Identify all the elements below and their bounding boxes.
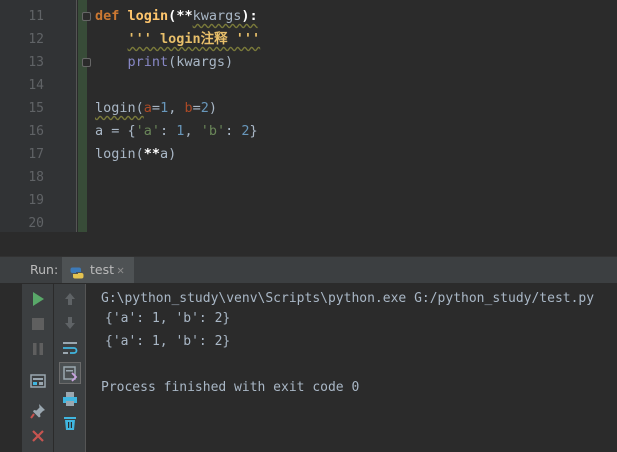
gutter-separator	[76, 0, 77, 232]
keyword-arg: a	[143, 100, 152, 116]
run-icon[interactable]	[29, 290, 47, 308]
code-line: def login(**kwargs):	[95, 5, 258, 28]
pause-icon[interactable]	[29, 340, 47, 358]
call: login(	[95, 100, 144, 116]
console-output-line: {'a': 1, 'b': 2}	[105, 311, 231, 326]
operator: **	[143, 146, 161, 162]
colon: :	[225, 123, 242, 139]
brace: }	[249, 123, 258, 139]
line-number: 14	[28, 78, 44, 93]
code-editor[interactable]: 11 12 13 14 15 16 17 18 19 20 def login(…	[0, 0, 617, 232]
docstring: ''' login注释 '''	[127, 31, 261, 47]
operator: =	[192, 100, 201, 116]
parameter: kwargs	[192, 8, 242, 24]
vcs-change-marker[interactable]	[78, 0, 87, 232]
run-tool-window-header: Run: test ✕	[0, 256, 617, 283]
line-number: 19	[28, 193, 44, 208]
line-number: 18	[28, 170, 44, 185]
code-line: login(a=1, b=2)	[95, 97, 217, 120]
run-label: Run:	[30, 262, 59, 277]
line-number: 13	[28, 55, 44, 70]
up-arrow-icon[interactable]	[61, 290, 79, 308]
stop-icon[interactable]	[29, 315, 47, 333]
line-number: 17	[28, 147, 44, 162]
run-toolbar-primary	[22, 284, 53, 452]
layout-icon[interactable]	[29, 372, 47, 390]
line-number: 16	[28, 124, 44, 139]
call-args: (kwargs)	[168, 54, 234, 70]
operator: =	[151, 100, 161, 116]
line-number-gutter: 11 12 13 14 15 16 17 18 19 20	[0, 0, 76, 232]
run-toolbar-secondary	[54, 284, 86, 452]
number: 2	[200, 100, 209, 116]
pin-icon[interactable]	[29, 402, 47, 420]
code-line: login(**a)	[95, 143, 176, 166]
fold-end-icon[interactable]	[82, 58, 91, 67]
line-number: 20	[28, 216, 44, 231]
down-arrow-icon[interactable]	[61, 314, 79, 332]
comma: ,	[168, 100, 185, 116]
colon: :	[160, 123, 177, 139]
console-exit-message: Process finished with exit code 0	[101, 380, 360, 395]
line-number: 12	[28, 32, 44, 47]
code-line: ''' login注释 '''	[95, 28, 261, 51]
close-tab-icon[interactable]: ✕	[117, 257, 124, 283]
code-line: print(kwargs)	[95, 51, 234, 74]
line-number: 15	[28, 101, 44, 116]
close-icon[interactable]	[29, 427, 47, 445]
paren: )	[208, 100, 218, 116]
string: 'a'	[135, 123, 161, 139]
trash-icon[interactable]	[61, 414, 79, 432]
keyword-def: def	[95, 8, 120, 24]
python-icon	[70, 264, 84, 279]
assignment: a = {	[95, 123, 136, 139]
operator: **	[176, 8, 193, 24]
call-args: a)	[160, 146, 177, 162]
run-tab-test[interactable]: test ✕	[62, 257, 134, 283]
call: login(	[95, 146, 144, 162]
soft-wrap-icon[interactable]	[61, 339, 79, 357]
function-name: login	[127, 8, 169, 24]
paren: ):	[241, 8, 258, 24]
console-command-line: G:\python_study\venv\Scripts\python.exe …	[101, 291, 595, 306]
run-tab-label: test	[90, 262, 115, 277]
fold-start-icon[interactable]	[82, 12, 91, 21]
builtin-print: print	[127, 54, 169, 70]
console-output-line: {'a': 1, 'b': 2}	[105, 334, 231, 349]
console-output[interactable]: G:\python_study\venv\Scripts\python.exe …	[87, 284, 617, 452]
print-icon[interactable]	[61, 390, 79, 408]
number: 2	[241, 123, 250, 139]
comma: ,	[184, 123, 201, 139]
line-number: 11	[28, 9, 44, 24]
scroll-to-end-icon[interactable]	[59, 362, 81, 384]
number: 1	[160, 100, 169, 116]
string: 'b'	[200, 123, 226, 139]
code-line: a = {'a': 1, 'b': 2}	[95, 120, 258, 143]
keyword-arg: b	[184, 100, 193, 116]
